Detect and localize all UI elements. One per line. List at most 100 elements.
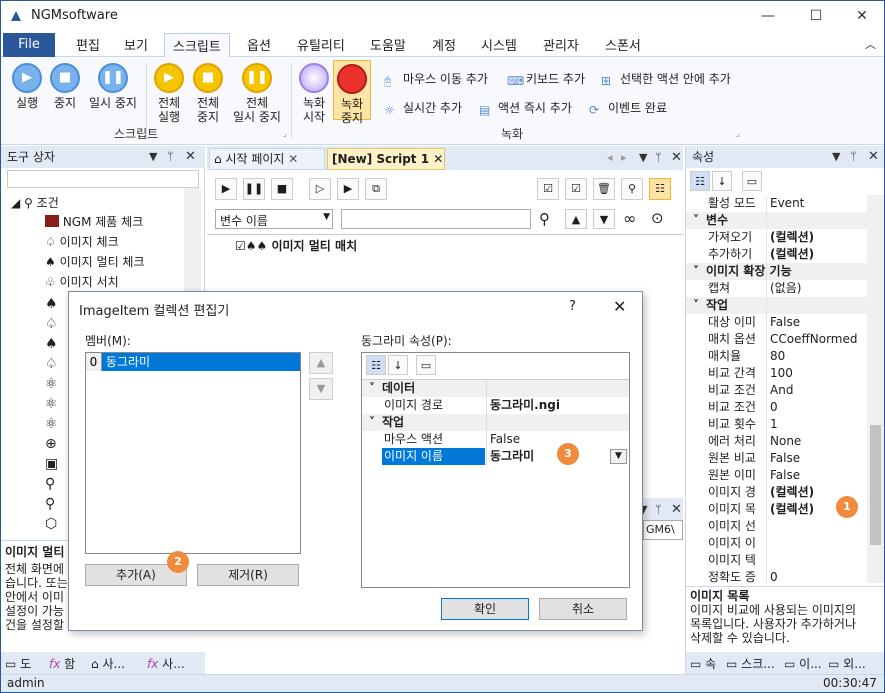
- tree-item-image-check[interactable]: ♤ 이미지 체크: [45, 233, 119, 250]
- alphabetical-button[interactable]: ↓: [712, 171, 732, 191]
- property-row[interactable]: 활성 모드 Event: [686, 195, 867, 212]
- record-start-button[interactable]: 녹화 시작: [297, 63, 331, 124]
- pause-button[interactable]: ❚❚ 일시 중지: [85, 63, 141, 110]
- debug-pause-button[interactable]: ❚❚: [243, 178, 265, 200]
- add-in-selected-action-button[interactable]: ⊞ 선택한 액션 안에 추가: [601, 70, 731, 88]
- close-icon[interactable]: ✕: [671, 502, 682, 517]
- add-action-now-button[interactable]: ▤ 액션 즉시 추가: [479, 99, 572, 117]
- delete-button[interactable]: 🗑: [593, 178, 615, 200]
- find-button[interactable]: ⚲: [621, 178, 643, 200]
- members-list[interactable]: 0 동그라미: [85, 352, 301, 554]
- event-done-button[interactable]: ⟳ 이벤트 완료: [589, 99, 667, 117]
- tree-item-ngm-check[interactable]: NGM 제품 체크: [45, 213, 143, 230]
- run-all-button[interactable]: ▶ 전체 실행: [151, 63, 187, 124]
- dropdown-icon[interactable]: ▼: [149, 146, 157, 168]
- menu-account[interactable]: 계정: [432, 35, 456, 54]
- move-up-button[interactable]: ▲: [565, 209, 587, 229]
- help-button[interactable]: ?: [569, 299, 576, 314]
- pin-icon[interactable]: ᛘ: [850, 146, 857, 168]
- tab-user-b[interactable]: fx 사...: [147, 655, 185, 672]
- variable-name-select[interactable]: 변수 이름 ▼: [215, 209, 333, 229]
- close-icon[interactable]: ✕: [868, 146, 879, 168]
- property-row[interactable]: 원본 비교 False: [686, 450, 867, 467]
- run-button[interactable]: ▶ 실행: [9, 63, 45, 110]
- property-row[interactable]: 비교 조건 0: [686, 399, 867, 416]
- move-down-button[interactable]: ▼: [309, 378, 333, 400]
- property-row[interactable]: 비교 간격 100: [686, 365, 867, 382]
- prop-mouse-action[interactable]: 마우스 액션 False: [362, 431, 629, 448]
- tab-start-page[interactable]: ⌂ 시작 페이지 ✕: [209, 148, 325, 170]
- tab-function[interactable]: fx 함: [49, 655, 75, 672]
- menu-view[interactable]: 보기: [124, 35, 148, 54]
- property-row[interactable]: 이미지 이: [686, 535, 867, 552]
- alphabetical-button[interactable]: ↓: [388, 355, 408, 375]
- menu-system[interactable]: 시스템: [481, 35, 517, 54]
- property-row[interactable]: 비교 횟수 1: [686, 416, 867, 433]
- step-button[interactable]: ▷: [309, 178, 331, 200]
- stop-all-button[interactable]: ■ 전체 중지: [190, 63, 226, 124]
- tab-toolbox[interactable]: ▭ 도: [5, 655, 31, 672]
- property-row[interactable]: 이미지 선: [686, 518, 867, 535]
- search-icon[interactable]: ⚲: [539, 210, 550, 228]
- add-realtime-button[interactable]: ☼ 실시간 추가: [384, 99, 462, 117]
- menu-file[interactable]: File: [3, 33, 55, 57]
- tab-image[interactable]: ▭ 이...: [784, 655, 822, 672]
- chevron-down-icon[interactable]: ▼: [610, 449, 627, 464]
- group-launcher-icon[interactable]: ⌟: [283, 129, 287, 138]
- scroll-right-icon[interactable]: ▸: [621, 151, 627, 164]
- property-row[interactable]: 이미지 텍: [686, 552, 867, 569]
- check-all-button[interactable]: ☑: [537, 178, 559, 200]
- property-category[interactable]: ˅ 이미지 확장 기능: [686, 263, 867, 280]
- menu-options[interactable]: 옵션: [247, 35, 271, 54]
- properties-scrollbar[interactable]: [867, 195, 884, 583]
- close-icon[interactable]: ✕: [671, 150, 682, 165]
- step-over-button[interactable]: ⧉: [365, 178, 387, 200]
- property-row[interactable]: 추가하기 (컬렉션): [686, 246, 867, 263]
- property-row[interactable]: 캡쳐 (없음): [686, 280, 867, 297]
- debug-play-button[interactable]: ▶: [215, 178, 237, 200]
- maximize-button[interactable]: ☐: [793, 1, 839, 31]
- group-launcher-icon[interactable]: ⌟: [736, 129, 740, 138]
- menu-script[interactable]: 스크립트: [164, 33, 230, 58]
- add-keyboard-button[interactable]: ⌨ 키보드 추가: [507, 70, 585, 88]
- menu-edit[interactable]: 편집: [76, 35, 100, 54]
- remove-button[interactable]: 제거(R): [197, 564, 299, 586]
- menu-utility[interactable]: 유틸리티: [297, 35, 345, 54]
- pause-all-button[interactable]: ❚❚ 전체 일시 중지: [229, 63, 285, 124]
- minimize-button[interactable]: —: [745, 1, 791, 31]
- pin-icon[interactable]: ᛘ: [655, 151, 662, 164]
- property-row[interactable]: 매치율 80: [686, 348, 867, 365]
- scroll-left-icon[interactable]: ◂: [607, 151, 613, 164]
- prop-image-name[interactable]: 이미지 이름 동그라미 ▼: [362, 448, 629, 465]
- close-window-button[interactable]: ✕: [839, 1, 884, 31]
- ok-button[interactable]: 확인: [441, 598, 529, 620]
- dialog-close-button[interactable]: ✕: [613, 297, 626, 316]
- category-data[interactable]: ˅ 데이터: [362, 380, 629, 397]
- categorized-button[interactable]: ☷: [690, 171, 710, 191]
- tab-api[interactable]: ▭ 외...: [828, 655, 866, 672]
- property-pages-button[interactable]: ▭: [742, 171, 762, 191]
- category-work[interactable]: ˅ 작업: [362, 414, 629, 431]
- variable-search-input[interactable]: [341, 209, 531, 229]
- tab-properties[interactable]: ▭ 속: [690, 655, 716, 672]
- menu-help[interactable]: 도움말: [370, 35, 406, 54]
- menu-sponsor[interactable]: 스폰서: [605, 35, 641, 54]
- add-mouse-move-button[interactable]: 🖰 마우스 이동 추가: [384, 70, 488, 88]
- tab-script-1[interactable]: [New] Script 1 ✕: [327, 148, 445, 170]
- script-node[interactable]: ☑♠♠ 이미지 멀티 매치: [235, 237, 357, 254]
- infinity-icon[interactable]: ∞: [623, 209, 636, 228]
- ribbon-collapse-icon[interactable]: ︿: [865, 36, 876, 52]
- tree-item-image-search[interactable]: ♧ 이미지 서치: [45, 273, 119, 290]
- tab-user-a[interactable]: ⌂ 사...: [91, 655, 125, 672]
- property-category[interactable]: ˅ 작업: [686, 297, 867, 314]
- tab-script[interactable]: ▭ 스크...: [726, 655, 775, 672]
- record-stop-button[interactable]: 녹화 중지: [333, 60, 371, 125]
- dropdown-icon[interactable]: ▼: [832, 146, 840, 168]
- property-row[interactable]: 가져오기 (컬렉션): [686, 229, 867, 246]
- property-row[interactable]: 비교 조건 And: [686, 382, 867, 399]
- cancel-button[interactable]: 취소: [539, 598, 627, 620]
- check-button[interactable]: ☑: [565, 178, 587, 200]
- close-icon[interactable]: ✕: [185, 146, 196, 168]
- dropdown-icon[interactable]: ▼: [639, 151, 647, 164]
- toolbox-search-input[interactable]: [7, 170, 199, 188]
